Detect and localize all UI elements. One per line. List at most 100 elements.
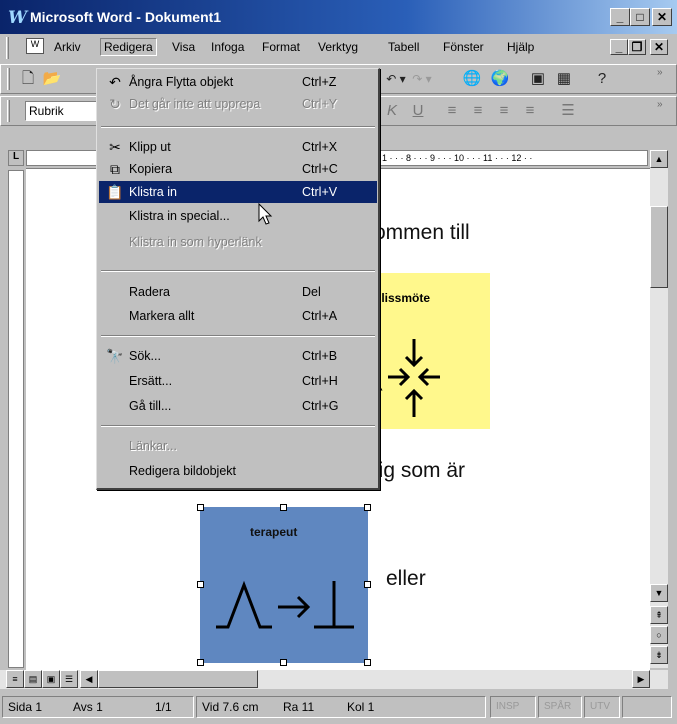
outline-view-button[interactable]: ☰ — [60, 670, 78, 688]
menu-hjalp[interactable]: Hjälp — [507, 40, 534, 54]
insert-table-icon[interactable]: ▦ — [553, 68, 575, 90]
menu-item-label: Ångra Flytta objekt — [129, 75, 234, 89]
doc-minimize-button[interactable]: _ — [610, 39, 628, 55]
status-empty-panel — [622, 696, 672, 718]
justify-icon[interactable]: ≡ — [519, 100, 541, 122]
menu-tabell[interactable]: Tabell — [388, 40, 419, 54]
menu-item-klistra-in[interactable]: 📋 Klistra in Ctrl+V — [99, 181, 377, 203]
menu-verktyg[interactable]: Verktyg — [318, 40, 358, 54]
scroll-right-button[interactable]: ▶ — [632, 670, 650, 688]
web-layout-button[interactable]: ▤ — [24, 670, 42, 688]
next-page-button[interactable]: ⇟ — [650, 646, 668, 664]
menu-item-gå-till[interactable]: Gå till... Ctrl+G — [99, 395, 377, 417]
menu-item-label: Det går inte att upprepa — [129, 97, 261, 111]
menu-item-klipp-ut[interactable]: ✂ Klipp ut Ctrl+X — [99, 136, 377, 158]
window-title: Microsoft Word - Dokument1 — [30, 9, 222, 25]
ruler-labels: 1 · · · 8 · · · 9 · · · 10 · · · 11 · · … — [382, 153, 533, 163]
close-button[interactable]: ✕ — [652, 8, 672, 26]
status-page: Sida 1 — [8, 700, 43, 714]
menu-item-ångra-flytta-objekt[interactable]: ↶ Ångra Flytta objekt Ctrl+Z — [99, 71, 377, 93]
blue-diagram-box[interactable]: terapeut — [200, 507, 368, 663]
numbering-icon[interactable]: ☰ — [557, 100, 579, 122]
horizontal-scroll-thumb[interactable] — [98, 670, 258, 688]
menu-format[interactable]: Format — [262, 40, 300, 54]
print-layout-button[interactable]: ▣ — [42, 670, 60, 688]
selection-handle[interactable] — [364, 659, 371, 666]
tab-selector[interactable]: L — [8, 150, 24, 166]
menubar-grip[interactable] — [6, 37, 9, 59]
browse-object-button[interactable]: ○ — [650, 626, 668, 644]
status-insp[interactable]: INSP — [490, 696, 536, 718]
toolbar-grip[interactable] — [7, 68, 10, 90]
document-text-line-3: eller — [386, 567, 426, 590]
previous-page-button[interactable]: ⇞ — [650, 606, 668, 624]
scroll-down-button[interactable]: ▼ — [650, 584, 668, 602]
hyperlink-icon[interactable]: 🌐 — [461, 68, 483, 90]
selection-handle[interactable] — [197, 504, 204, 511]
menu-item-label: Klipp ut — [129, 140, 171, 154]
align-right-icon[interactable]: ≡ — [493, 100, 515, 122]
style-dropdown[interactable]: Rubrik — [25, 101, 97, 121]
status-spar[interactable]: SPÅR — [538, 696, 582, 718]
menu-item-label: Radera — [129, 285, 170, 299]
menu-item-shortcut: Ctrl+C — [302, 162, 338, 176]
word-logo-icon: W — [8, 8, 28, 28]
vertical-ruler[interactable] — [8, 170, 24, 668]
selection-handle[interactable] — [197, 659, 204, 666]
help-icon[interactable]: ? — [591, 68, 613, 90]
menu-item-radera[interactable]: Radera Del — [99, 281, 377, 303]
menu-item-label: Markera allt — [129, 309, 195, 323]
menu-item-det-går-inte-att-upprepa: ↻ Det går inte att upprepa Ctrl+Y — [99, 93, 377, 115]
undo-toolbar-icon[interactable]: ↶ ▾ — [385, 68, 407, 90]
document-icon[interactable]: W — [26, 38, 44, 54]
selection-handle[interactable] — [364, 581, 371, 588]
redo-toolbar-icon[interactable]: ↷ ▾ — [411, 68, 433, 90]
selection-handle[interactable] — [197, 581, 204, 588]
yellow-box-title: plissmöte — [374, 291, 431, 305]
status-row: Ra 11 — [283, 700, 315, 714]
status-utv[interactable]: UTV — [584, 696, 620, 718]
menu-item-label: Klistra in special... — [129, 209, 230, 223]
italic-icon[interactable]: K — [381, 100, 403, 122]
status-section: Avs 1 — [73, 700, 103, 714]
maximize-button[interactable]: □ — [630, 8, 650, 26]
open-folder-icon[interactable]: 📂 — [41, 68, 63, 90]
menu-item-markera-allt[interactable]: Markera allt Ctrl+A — [99, 305, 377, 327]
menu-item-sök[interactable]: 🔭 Sök... Ctrl+B — [99, 345, 377, 367]
new-document-icon[interactable]: 🗋 — [17, 68, 39, 90]
menu-arkiv[interactable]: Arkiv — [54, 40, 81, 54]
scroll-left-button[interactable]: ◀ — [80, 670, 98, 688]
vertical-scrollbar[interactable]: ▲ ▼ ⇞ ○ ⇟ — [650, 150, 668, 668]
menu-item-ersätt[interactable]: Ersätt... Ctrl+H — [99, 370, 377, 392]
menu-redigera[interactable]: Redigera — [100, 38, 157, 56]
minimize-button[interactable]: _ — [610, 8, 630, 26]
menu-visa[interactable]: Visa — [172, 40, 195, 54]
menu-separator — [101, 425, 375, 427]
align-center-icon[interactable]: ≡ — [467, 100, 489, 122]
more-buttons-icon-2[interactable]: » — [657, 99, 663, 110]
menu-item-klistra-in-som-hyperlänk: Klistra in som hyperlänk — [99, 231, 377, 253]
menu-fonster[interactable]: Fönster — [443, 40, 484, 54]
scroll-up-button[interactable]: ▲ — [650, 150, 668, 168]
toolbar-grip-2[interactable] — [7, 100, 10, 122]
scroll-thumb[interactable] — [650, 206, 668, 288]
doc-restore-button[interactable]: ❐ — [628, 39, 646, 55]
document-text-line-1: ommen till — [374, 221, 470, 244]
menu-item-label: Länkar... — [129, 439, 177, 453]
selection-handle[interactable] — [280, 504, 287, 511]
selection-handle[interactable] — [280, 659, 287, 666]
selection-handle[interactable] — [364, 504, 371, 511]
underline-icon[interactable]: U — [407, 100, 429, 122]
tables-borders-icon[interactable]: ▣ — [527, 68, 549, 90]
menu-item-kopiera[interactable]: ⧉ Kopiera Ctrl+C — [99, 158, 377, 180]
menu-infoga[interactable]: Infoga — [211, 40, 244, 54]
menu-item-redigera-bildobjekt[interactable]: Redigera bildobjekt — [99, 460, 377, 482]
web-toolbar-icon[interactable]: 🌍 — [489, 68, 511, 90]
doc-close-button[interactable]: ✕ — [650, 39, 668, 55]
menu-item-klistra-in-special[interactable]: Klistra in special... — [99, 205, 377, 227]
normal-view-button[interactable]: ≡ — [6, 670, 24, 688]
status-vid: Vid 7.6 cm — [202, 700, 259, 714]
more-buttons-icon[interactable]: » — [657, 67, 663, 78]
align-left-icon[interactable]: ≡ — [441, 100, 463, 122]
edit-menu-dropdown: ↶ Ångra Flytta objekt Ctrl+Z ↻ Det går inte … — [96, 68, 380, 490]
